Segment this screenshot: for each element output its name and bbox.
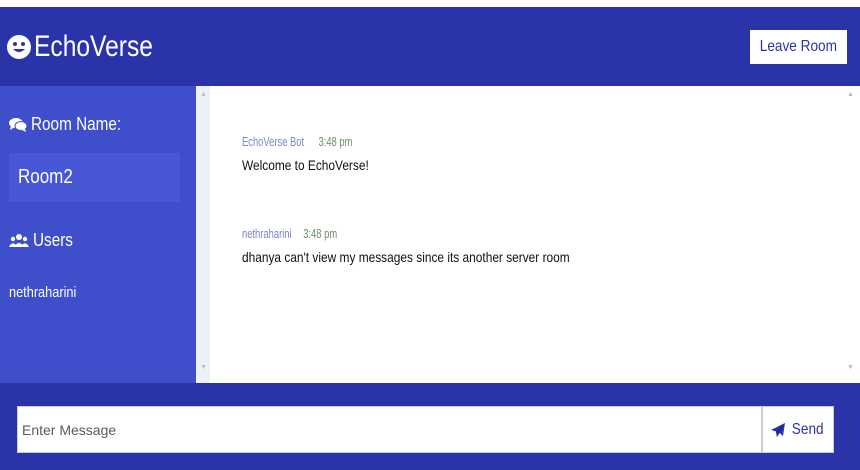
users-heading-label: Users [33, 230, 73, 250]
room-name-heading: Room Name: [9, 114, 137, 135]
app-title: EchoVerse [34, 29, 153, 63]
messages-scrollbar[interactable]: ▲ ▼ [843, 86, 860, 383]
header-bar: EchoVerse Leave Room [0, 7, 860, 86]
scroll-up-arrow-icon[interactable]: ▲ [200, 91, 207, 98]
room-name-value: Room2 [18, 166, 73, 188]
message-panel: EchoVerse Bot 3:48 pm Welcome to EchoVer… [210, 86, 843, 383]
leave-room-button[interactable]: Leave Room [750, 29, 847, 64]
comments-icon [9, 118, 27, 132]
send-button[interactable]: Send [762, 406, 834, 453]
message-time: 3:48 pm [318, 134, 353, 149]
user-list-item: nethraharini [9, 284, 88, 301]
room-name-display: Room2 [9, 153, 180, 202]
message-text: dhanya can't view my messages since its … [242, 249, 570, 265]
send-label: Send [791, 420, 824, 438]
user-name: nethraharini [9, 284, 77, 301]
scroll-up-arrow-icon[interactable]: ▲ [847, 91, 854, 98]
paper-plane-icon [770, 422, 785, 437]
message-item: nethraharini 3:48 pm dhanya can't view m… [242, 226, 628, 265]
room-name-heading-label: Room Name: [31, 114, 122, 134]
message-meta: nethraharini 3:48 pm [242, 226, 628, 241]
message-item: EchoVerse Bot 3:48 pm Welcome to EchoVer… [242, 134, 391, 173]
users-heading: Users [9, 230, 80, 251]
message-author: EchoVerse Bot [242, 134, 305, 149]
message-text: Welcome to EchoVerse! [242, 157, 369, 173]
brand: EchoVerse [6, 30, 179, 64]
message-author: nethraharini [242, 226, 292, 241]
scroll-down-arrow-icon[interactable]: ▼ [847, 364, 854, 371]
users-icon [9, 234, 29, 247]
scroll-down-arrow-icon[interactable]: ▼ [200, 364, 207, 371]
message-meta: EchoVerse Bot 3:48 pm [242, 134, 391, 149]
sidebar-scrollbar[interactable]: ▲ ▼ [196, 86, 210, 383]
smiley-icon [7, 34, 31, 59]
message-time: 3:48 pm [303, 226, 338, 241]
sidebar: Room Name: Room2 Users nethraharini [0, 86, 196, 383]
chat-app: EchoVerse Leave Room Room Name: Room2 Us… [0, 0, 860, 470]
composer-bar: Send [0, 383, 860, 470]
message-input[interactable] [17, 406, 762, 453]
leave-room-label: Leave Room [759, 37, 838, 55]
